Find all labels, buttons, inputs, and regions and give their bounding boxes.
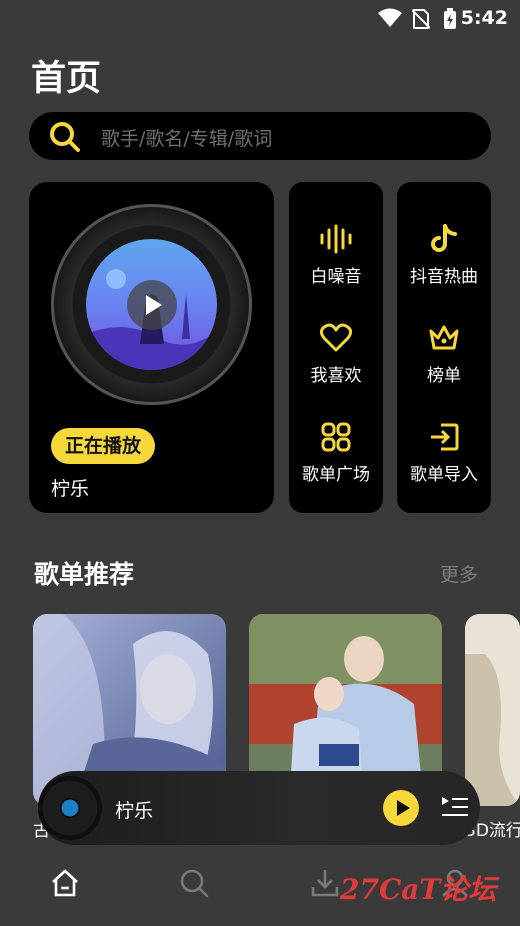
play-button[interactable] [127, 280, 177, 330]
page-title: 首页 [31, 59, 102, 99]
mini-player-title: 柠乐 [115, 800, 154, 822]
quick-action-label: 我喜欢 [310, 366, 362, 386]
search-icon [50, 122, 80, 152]
home-icon[interactable] [50, 868, 80, 898]
quick-action-label: 白噪音 [310, 267, 362, 287]
battery-icon [444, 8, 456, 29]
mini-player[interactable]: 柠乐 [38, 771, 480, 845]
mini-play-button[interactable] [383, 790, 419, 826]
no-sim-icon [412, 9, 430, 29]
download-icon[interactable] [310, 868, 340, 898]
quick-action-label: 抖音热曲 [410, 267, 478, 287]
now-playing-badge: 正在播放 [51, 428, 156, 464]
grid-icon [321, 422, 351, 452]
section-title: 歌单推荐 [34, 560, 135, 589]
now-playing-song: 柠乐 [51, 478, 90, 500]
import-icon [431, 423, 459, 451]
play-icon [146, 295, 162, 315]
quick-action-favorites[interactable]: 我喜欢 [289, 323, 383, 413]
clock: 5:42 [460, 7, 508, 29]
quick-action-playlist-square[interactable]: 歌单广场 [289, 422, 383, 512]
crown-icon [429, 325, 459, 350]
more-link[interactable]: 更多 [440, 560, 478, 587]
heart-icon [320, 323, 352, 352]
sound-wave-icon [320, 224, 352, 254]
quick-actions-right: 抖音热曲 榜单 歌单导入 [397, 182, 491, 513]
vinyl-record [51, 204, 252, 405]
tiktok-icon [431, 224, 457, 252]
quick-action-label: 榜单 [427, 366, 461, 386]
search-icon[interactable] [179, 868, 209, 898]
quick-action-label: 歌单广场 [302, 465, 370, 485]
play-icon [397, 800, 410, 816]
quick-action-label: 歌单导入 [410, 465, 478, 485]
now-playing-card[interactable]: 正在播放 柠乐 [29, 182, 274, 513]
playlist-queue-icon[interactable] [440, 793, 468, 821]
mini-player-disc [38, 776, 102, 840]
quick-action-douyin-hits[interactable]: 抖音热曲 [397, 224, 491, 314]
quick-actions-left: 白噪音 我喜欢 歌单广场 [289, 182, 383, 513]
quick-action-white-noise[interactable]: 白噪音 [289, 224, 383, 314]
playlist-cover [465, 614, 520, 806]
status-bar: 5:42 [0, 0, 520, 36]
wifi-icon [378, 8, 402, 27]
search-placeholder: 歌手/歌名/专辑/歌词 [101, 128, 273, 150]
quick-action-import-playlist[interactable]: 歌单导入 [397, 422, 491, 512]
quick-action-charts[interactable]: 榜单 [397, 323, 491, 413]
watermark-logo: 27CaT论坛 [340, 873, 497, 906]
search-bar[interactable]: 歌手/歌名/专辑/歌词 [29, 112, 491, 160]
